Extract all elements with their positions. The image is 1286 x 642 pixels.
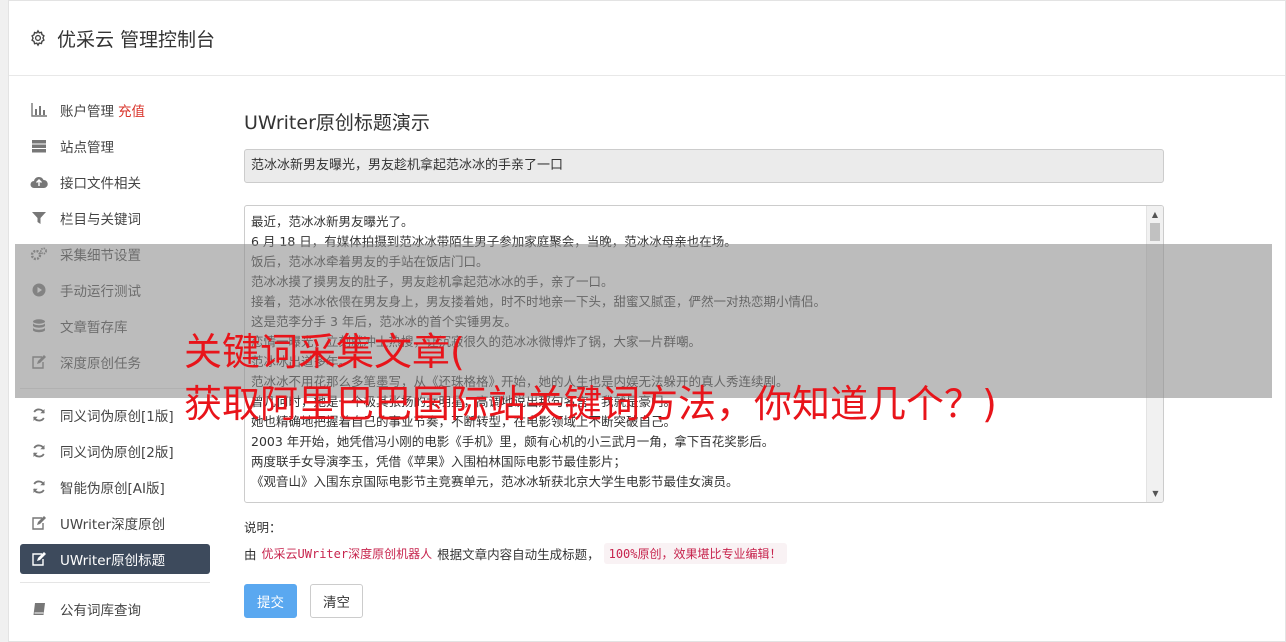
- edit-icon: [30, 515, 48, 531]
- sidebar-item-g1-0[interactable]: 账户管理 充值: [20, 92, 210, 128]
- overlay-line-1: 关键词采集文章(: [184, 330, 465, 374]
- sidebar-item-g2-2[interactable]: 智能伪原创[AI版]: [20, 469, 210, 505]
- scroll-up-icon[interactable]: ▲: [1147, 206, 1163, 223]
- console-title: 优采云 管理控制台: [57, 28, 216, 51]
- filter-icon: [30, 210, 48, 226]
- server-icon: [30, 138, 48, 154]
- sidebar-item-label: 公有词库查询: [60, 603, 141, 619]
- sidebar-item-label: 账户管理: [60, 104, 114, 120]
- page-title: UWriter原创标题演示: [244, 112, 430, 134]
- bar-chart-icon: [30, 102, 48, 118]
- article-line: 2003 年开始，她凭借冯小刚的电影《手机》里，颇有心机的小三武月一角，拿下百花…: [251, 434, 775, 449]
- sidebar-item-g2-1[interactable]: 同义词伪原创[2版]: [20, 433, 210, 469]
- refresh-icon: [30, 479, 48, 495]
- cloud-upload-icon: [30, 174, 48, 190]
- sidebar-group-rewrite: 同义词伪原创[1版] 同义词伪原创[2版] 智能伪原创[AI版] UWriter深度原…: [20, 397, 210, 574]
- sidebar-item-label: 同义词伪原创[2版]: [60, 445, 174, 461]
- sidebar-item-g2-4[interactable]: UWriter原创标题: [20, 544, 210, 574]
- note-middle: 根据文章内容自动生成标题，: [437, 547, 600, 562]
- recharge-link[interactable]: 充值: [118, 100, 145, 120]
- gear-icon: [29, 29, 47, 47]
- clear-button[interactable]: 清空: [310, 584, 363, 618]
- submit-button[interactable]: 提交: [244, 584, 297, 618]
- sidebar-item-label: 站点管理: [60, 140, 114, 156]
- sidebar-item-g1-2[interactable]: 接口文件相关: [20, 164, 210, 200]
- form-buttons: 提交 清空: [244, 584, 1164, 618]
- book-icon: [30, 601, 48, 617]
- refresh-icon: [30, 407, 48, 423]
- article-line: 最近，范冰冰新男友曝光了。: [251, 214, 414, 229]
- sidebar-item-label: 智能伪原创[AI版]: [60, 481, 165, 497]
- sidebar-item-label: 栏目与关键词: [60, 212, 141, 228]
- sidebar-item-g2-3[interactable]: UWriter深度原创: [20, 505, 210, 541]
- note-product: 优采云UWriter深度原创机器人: [261, 547, 433, 561]
- note-prefix: 由: [244, 547, 257, 562]
- sidebar-item-label: 同义词伪原创[1版]: [60, 409, 174, 425]
- scroll-thumb[interactable]: [1150, 223, 1160, 241]
- article-line: 《观音山》入围东京国际电影节主竞赛单元，范冰冰斩获北京大学生电影节最佳女演员。: [251, 474, 739, 489]
- sidebar-group-dictionary: 公有词库查询: [20, 591, 210, 627]
- sidebar-item-label: 接口文件相关: [60, 176, 141, 192]
- sidebar-item-g1-3[interactable]: 栏目与关键词: [20, 200, 210, 236]
- edit-icon: [30, 551, 48, 567]
- scroll-down-icon[interactable]: ▼: [1147, 485, 1163, 502]
- sidebar-item-g3-0[interactable]: 公有词库查询: [20, 591, 210, 627]
- overlay-headline: 关键词采集文章( 获取阿里巴巴国际站关键词方法，你知道几个？): [184, 326, 997, 430]
- sidebar-item-g1-1[interactable]: 站点管理: [20, 128, 210, 164]
- sidebar-item-label: UWriter深度原创: [60, 517, 166, 533]
- sidebar-divider: [20, 582, 210, 583]
- title-output-field[interactable]: 范冰冰新男友曝光，男友趁机拿起范冰冰的手亲了一口: [244, 149, 1164, 183]
- note-highlight: 100%原创，效果堪比专业编辑！: [603, 543, 787, 564]
- sidebar-item-g2-0[interactable]: 同义词伪原创[1版]: [20, 397, 210, 433]
- overlay-line-2: 获取阿里巴巴国际站关键词方法，你知道几个？): [184, 382, 997, 426]
- article-line: 两度联手女导演李玉，凭借《苹果》入围柏林国际电影节最佳影片；: [251, 454, 627, 469]
- note-label: 说明：: [244, 520, 282, 535]
- sidebar-item-label: UWriter原创标题: [60, 553, 166, 569]
- note-text: 由 优采云UWriter深度原创机器人 根据文章内容自动生成标题， 100%原创…: [244, 543, 1164, 564]
- refresh-icon: [30, 443, 48, 459]
- top-bar: 优采云 管理控制台: [9, 1, 1285, 76]
